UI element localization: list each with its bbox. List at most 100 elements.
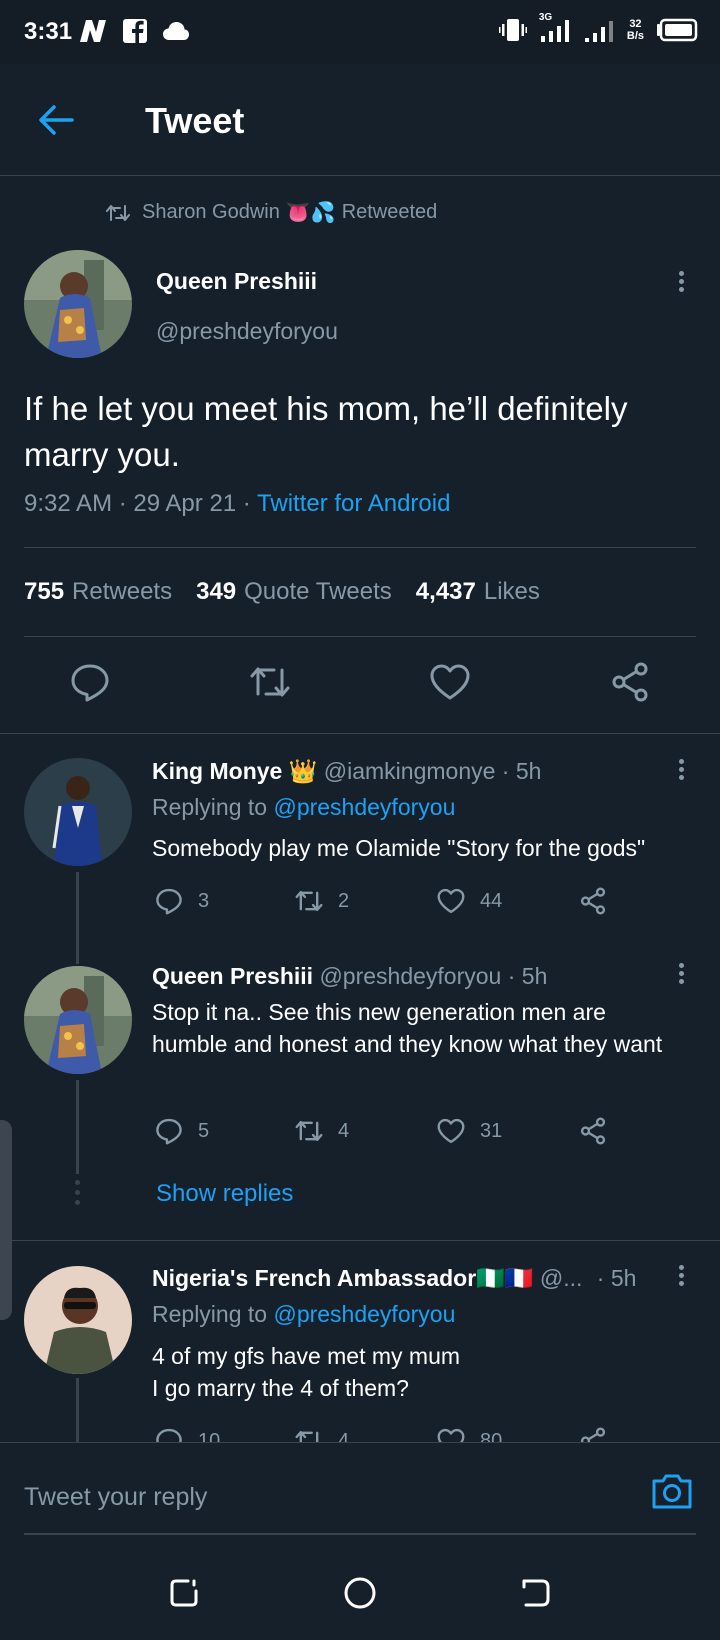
reply-icon bbox=[156, 888, 182, 915]
reply-action[interactable]: 3 bbox=[154, 886, 209, 916]
avatar[interactable] bbox=[24, 250, 132, 358]
home-icon[interactable] bbox=[342, 1575, 378, 1611]
reply-icon[interactable] bbox=[68, 660, 112, 704]
reply-author-name[interactable]: Queen Preshiii bbox=[152, 963, 313, 989]
like-heart-icon bbox=[437, 1428, 465, 1442]
share-icon[interactable] bbox=[608, 660, 652, 704]
share-icon[interactable] bbox=[578, 1426, 608, 1442]
reply-count: 5 bbox=[198, 1119, 210, 1142]
retweet-icon bbox=[295, 1430, 319, 1442]
reply-icon bbox=[156, 1118, 182, 1145]
like-action[interactable]: 44 bbox=[436, 886, 502, 916]
replying-to-prefix: Replying to bbox=[152, 794, 274, 820]
show-replies-link[interactable]: Show replies bbox=[156, 1180, 293, 1208]
status-time: 3:31 bbox=[24, 18, 73, 45]
like-heart-icon bbox=[437, 1118, 465, 1144]
reply-header: King Monye 👑 @iamkingmonye · 5h bbox=[152, 758, 541, 785]
camera-icon[interactable] bbox=[650, 1471, 694, 1511]
tweet-meta: 9:32 AM · 29 Apr 21 · Twitter for Androi… bbox=[24, 490, 450, 518]
retweet-icon[interactable] bbox=[248, 660, 292, 704]
likes-stat[interactable]: 4,437 Likes bbox=[416, 578, 540, 606]
back-nav-icon[interactable] bbox=[518, 1575, 554, 1611]
like-heart-icon[interactable] bbox=[428, 660, 472, 704]
tweet-source-link[interactable]: Twitter for Android bbox=[257, 490, 450, 517]
reply-author-handle[interactable]: @iamkingmonye bbox=[324, 758, 496, 784]
share-icon[interactable] bbox=[578, 886, 608, 916]
author-name[interactable]: Queen Preshiii bbox=[156, 268, 317, 295]
retweeter-emoji: 👅💦 bbox=[285, 202, 336, 224]
like-heart-icon bbox=[437, 888, 465, 914]
reply-text: Stop it na.. See this new generation men… bbox=[152, 999, 663, 1057]
signal-icon bbox=[584, 21, 613, 42]
reply-count: 3 bbox=[198, 889, 210, 912]
n-logo-icon bbox=[80, 20, 106, 42]
thread-line bbox=[76, 1378, 79, 1444]
retweeted-by[interactable]: Sharon Godwin 👅💦 Retweeted bbox=[106, 200, 437, 225]
avatar[interactable] bbox=[24, 1266, 132, 1374]
reply-author-handle[interactable]: @preshdeyforyou bbox=[319, 963, 501, 989]
retweets-stat[interactable]: 755 Retweets bbox=[24, 578, 172, 606]
reply-composer: Tweet your reply bbox=[0, 1442, 720, 1542]
avatar[interactable] bbox=[24, 966, 132, 1074]
battery-icon bbox=[657, 18, 698, 42]
status-bar: 3:31 3G 32 B/s bbox=[0, 0, 720, 64]
back-arrow-icon[interactable] bbox=[36, 100, 76, 140]
more-options-icon[interactable] bbox=[671, 756, 691, 786]
network-speed-value: 32 bbox=[629, 18, 642, 30]
quotes-count: 349 bbox=[196, 578, 237, 605]
divider bbox=[24, 636, 696, 637]
retweet-action[interactable]: 4 bbox=[294, 1426, 349, 1442]
reply-actions: 10 4 80 bbox=[152, 1426, 672, 1442]
retweet-action[interactable]: 4 bbox=[294, 1116, 349, 1146]
reply-actions: 5 4 31 bbox=[152, 1116, 672, 1156]
reply-time: · 5h bbox=[507, 963, 548, 989]
like-action[interactable]: 80 bbox=[436, 1426, 502, 1442]
page-title: Tweet bbox=[145, 100, 245, 141]
retweets-label: Retweets bbox=[72, 578, 173, 605]
recent-apps-icon[interactable] bbox=[166, 1575, 202, 1611]
network-speed: 32 B/s bbox=[627, 18, 644, 42]
tweet-actions bbox=[0, 660, 720, 710]
retweet-icon bbox=[295, 1120, 323, 1142]
reply-header: Nigeria's French Ambassador🇳🇬🇫🇷 @... · 5… bbox=[152, 1265, 636, 1292]
replying-to: Replying to @preshdeyforyou bbox=[152, 1301, 455, 1328]
share-icon[interactable] bbox=[578, 1116, 608, 1146]
retweet-icon bbox=[106, 204, 130, 221]
reply-author-handle[interactable]: @... bbox=[540, 1265, 583, 1291]
retweets-count: 755 bbox=[24, 578, 65, 605]
reply-author-name[interactable]: Nigeria's French Ambassador bbox=[152, 1265, 476, 1291]
replying-to-prefix: Replying to bbox=[152, 1301, 274, 1327]
edge-panel-handle[interactable] bbox=[0, 1120, 12, 1320]
avatar[interactable] bbox=[24, 758, 132, 866]
divider bbox=[0, 733, 720, 734]
like-count: 31 bbox=[480, 1119, 503, 1142]
reply-actions: 3 2 44 bbox=[152, 886, 672, 926]
more-options-icon[interactable] bbox=[671, 268, 691, 298]
reply-action[interactable]: 5 bbox=[154, 1116, 209, 1146]
notification-icons bbox=[78, 18, 190, 44]
system-nav-bar bbox=[0, 1545, 720, 1640]
reply-icon bbox=[156, 1428, 182, 1442]
like-action[interactable]: 31 bbox=[436, 1116, 502, 1146]
more-options-icon[interactable] bbox=[671, 1262, 691, 1292]
replying-to-link[interactable]: @preshdeyforyou bbox=[273, 794, 455, 820]
author-handle[interactable]: @preshdeyforyou bbox=[156, 318, 338, 345]
thread-line bbox=[76, 872, 79, 964]
like-count: 80 bbox=[480, 1429, 503, 1443]
reply-time: · 5h bbox=[596, 1265, 637, 1291]
reply-text: 4 of my gfs have met my mum I go marry t… bbox=[152, 1340, 692, 1404]
like-count: 44 bbox=[480, 889, 503, 912]
reply-author-name[interactable]: King Monye bbox=[152, 758, 282, 784]
retweet-count: 4 bbox=[338, 1119, 350, 1142]
more-options-icon[interactable] bbox=[671, 960, 691, 990]
retweet-icon bbox=[295, 890, 323, 912]
replying-to-link[interactable]: @preshdeyforyou bbox=[273, 1301, 455, 1327]
reply-action[interactable]: 10 bbox=[154, 1426, 220, 1442]
reply-time: · 5h bbox=[501, 758, 542, 784]
retweeted-label: Retweeted bbox=[341, 201, 438, 223]
reply-input[interactable]: Tweet your reply bbox=[24, 1483, 207, 1512]
retweet-count: 4 bbox=[338, 1429, 350, 1443]
quotes-stat[interactable]: 349 Quote Tweets bbox=[196, 578, 392, 606]
likes-label: Likes bbox=[483, 578, 540, 605]
retweet-action[interactable]: 2 bbox=[294, 886, 349, 916]
